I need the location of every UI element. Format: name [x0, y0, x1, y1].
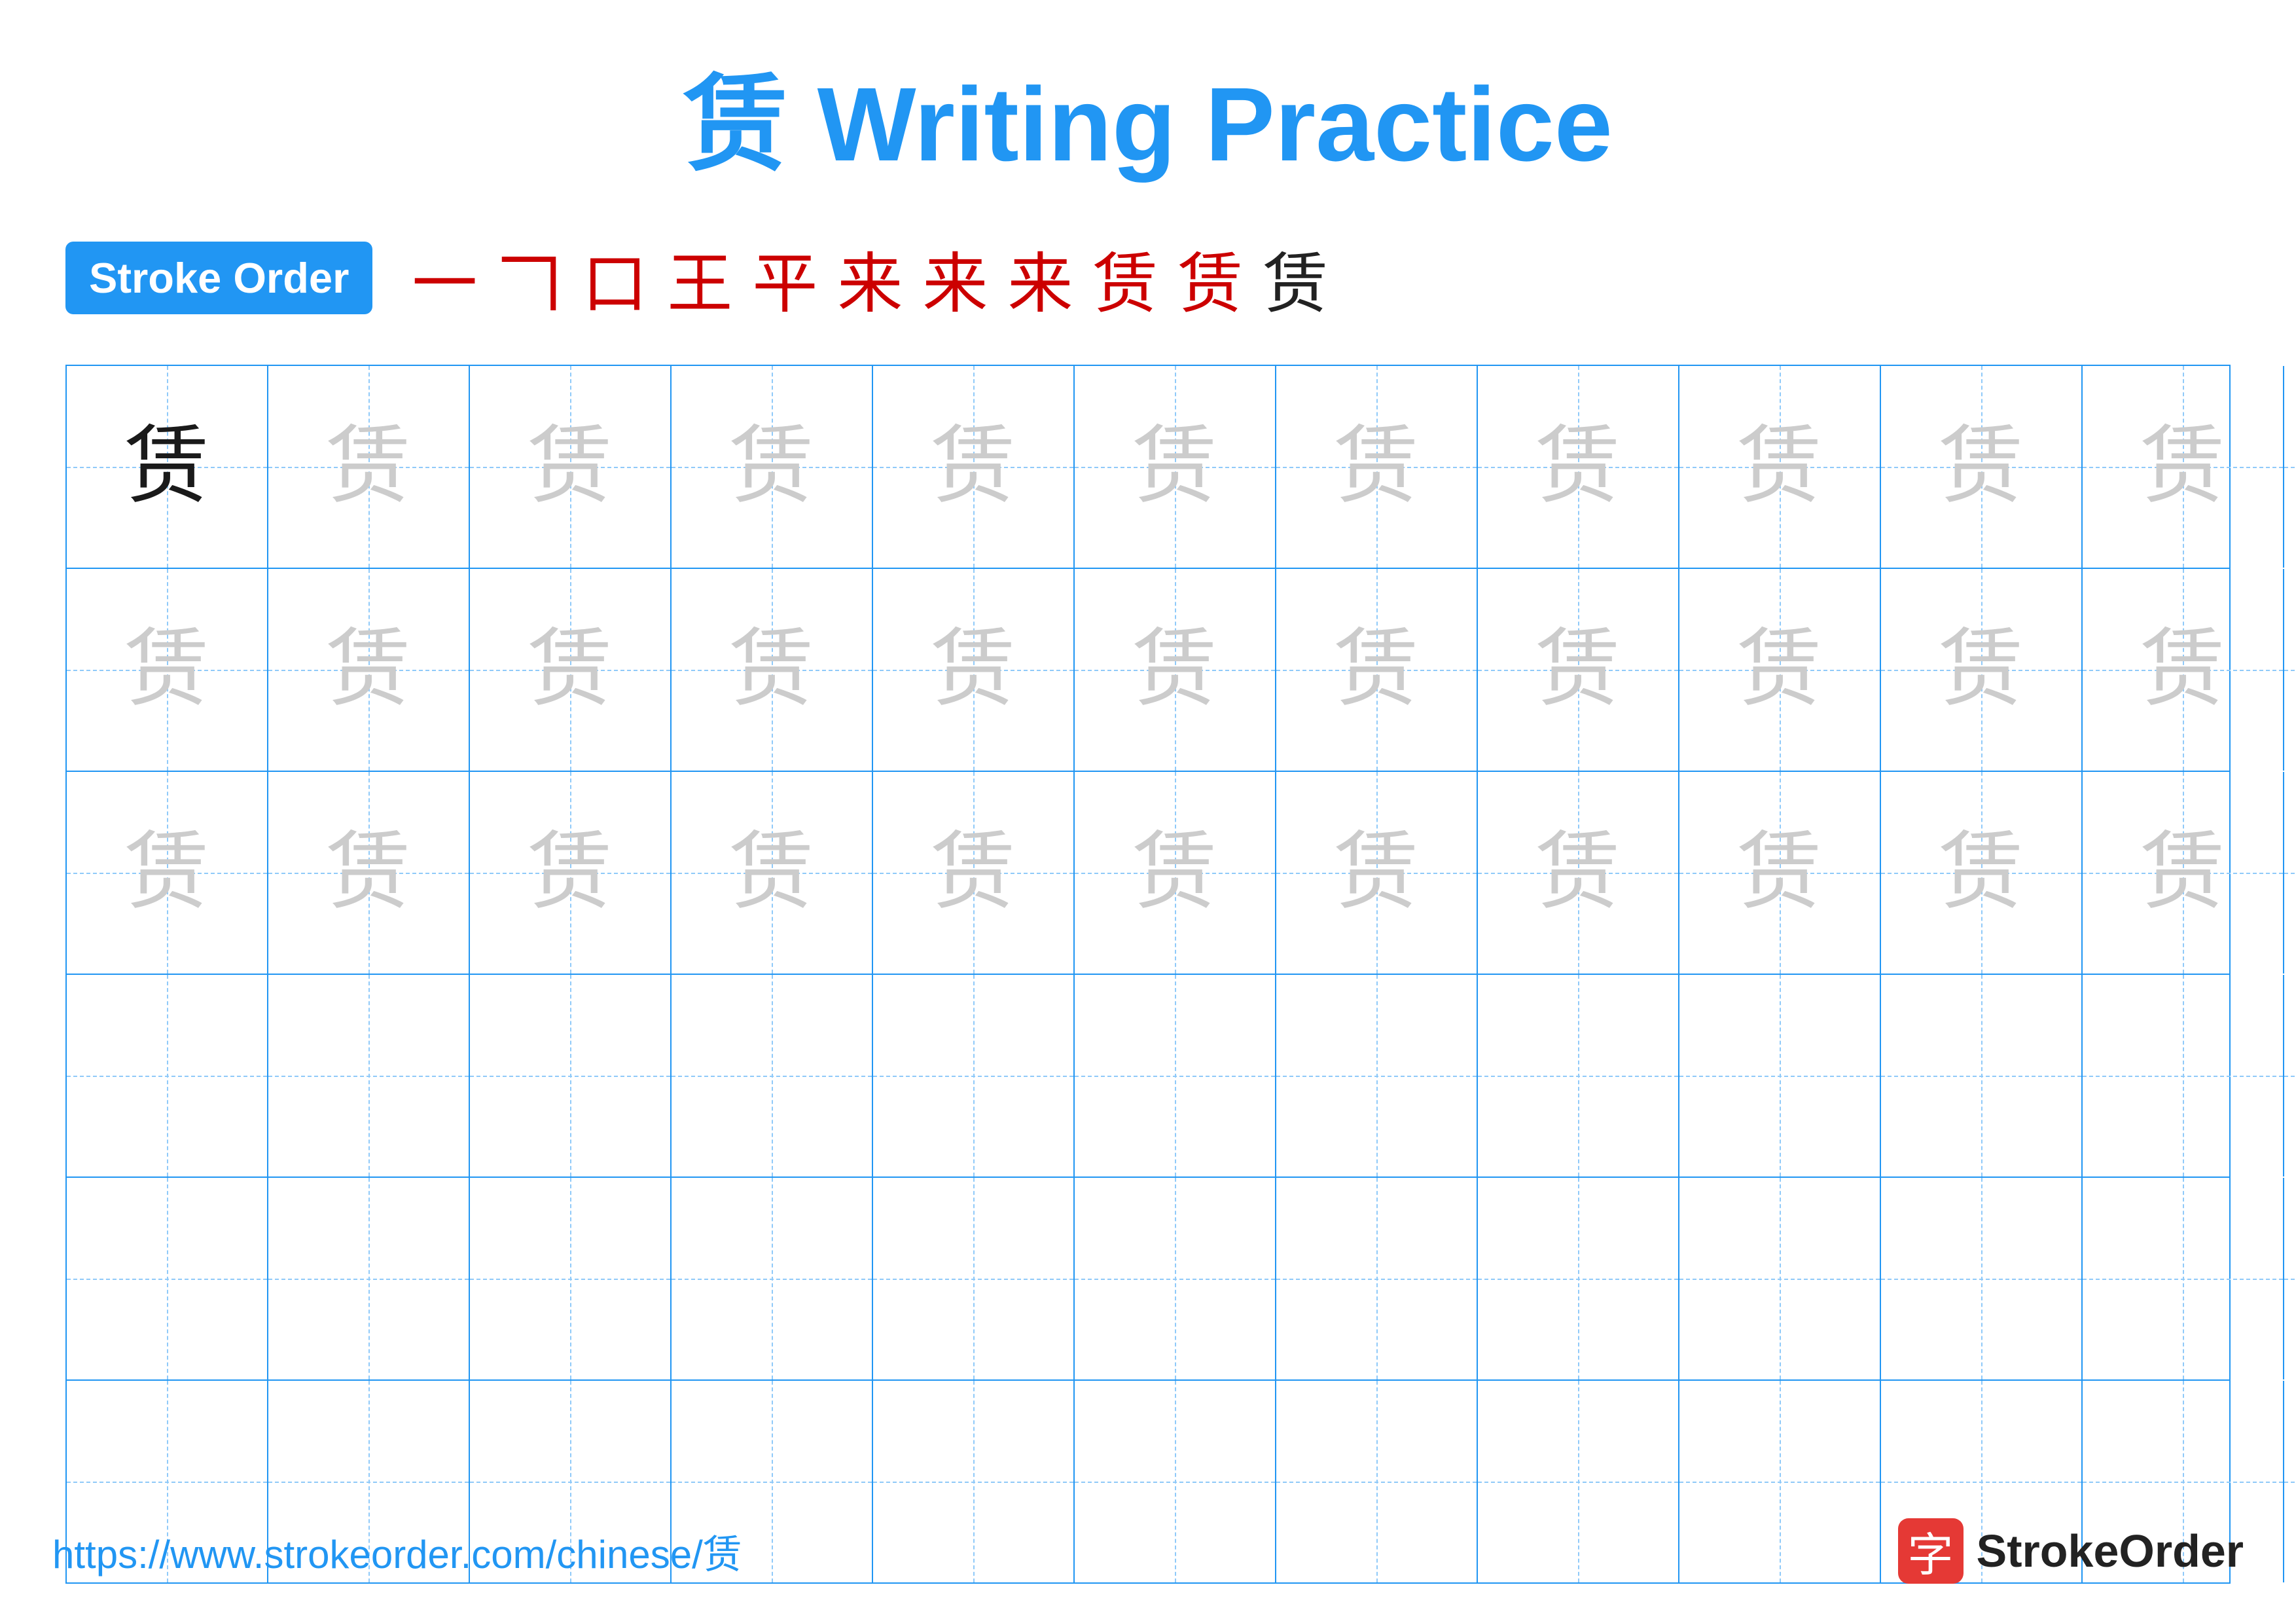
grid-cell-4-11[interactable] — [2083, 975, 2284, 1176]
grid-cell-1-11[interactable]: 赁 — [2083, 366, 2284, 568]
grid-cell-3-4[interactable]: 赁 — [672, 772, 873, 974]
grid-cell-3-3[interactable]: 赁 — [470, 772, 672, 974]
grid-cell-5-8[interactable] — [1478, 1178, 1679, 1379]
grid-cell-2-8[interactable]: 赁 — [1478, 569, 1679, 771]
grid-cell-3-12[interactable]: 赁 — [2284, 772, 2296, 974]
grid-row-3: 赁 赁 赁 赁 赁 赁 赁 赁 赁 赁 赁 赁 赁 — [67, 772, 2229, 975]
stroke-9: 赁 — [1092, 230, 1158, 325]
footer: https://www.strokeorder.com/chinese/赁 字 … — [52, 1518, 2244, 1584]
grid-cell-3-6[interactable]: 赁 — [1075, 772, 1276, 974]
stroke-6: 来 — [837, 230, 903, 325]
grid-cell-4-10[interactable] — [1881, 975, 2083, 1176]
grid-cell-2-11[interactable]: 赁 — [2083, 569, 2284, 771]
grid-cell-5-12[interactable] — [2284, 1178, 2296, 1379]
grid-cell-3-7[interactable]: 赁 — [1276, 772, 1478, 974]
grid-row-2: 赁 赁 赁 赁 赁 赁 赁 赁 赁 赁 赁 赁 赁 — [67, 569, 2229, 772]
stroke-10: 赁 — [1177, 230, 1243, 325]
grid-cell-3-2[interactable]: 赁 — [268, 772, 470, 974]
grid-cell-1-6[interactable]: 赁 — [1075, 366, 1276, 568]
stroke-11: 赁 — [1263, 230, 1328, 325]
grid-cell-1-8[interactable]: 赁 — [1478, 366, 1679, 568]
grid-cell-4-8[interactable] — [1478, 975, 1679, 1176]
grid-cell-3-11[interactable]: 赁 — [2083, 772, 2284, 974]
grid-cell-2-3[interactable]: 赁 — [470, 569, 672, 771]
grid-cell-1-10[interactable]: 赁 — [1881, 366, 2083, 568]
grid-cell-5-4[interactable] — [672, 1178, 873, 1379]
grid-cell-4-12[interactable] — [2284, 975, 2296, 1176]
char-dark: 赁 — [124, 424, 209, 509]
grid-cell-1-3[interactable]: 赁 — [470, 366, 672, 568]
grid-cell-6-12[interactable] — [2284, 1381, 2296, 1582]
logo-icon: 字 — [1898, 1518, 1964, 1584]
grid-cell-5-9[interactable] — [1679, 1178, 1881, 1379]
grid-cell-5-5[interactable] — [873, 1178, 1075, 1379]
stroke-7: 来 — [922, 230, 988, 325]
grid-cell-3-1[interactable]: 赁 — [67, 772, 268, 974]
grid-cell-5-1[interactable] — [67, 1178, 268, 1379]
page-container: 赁 Writing Practice Stroke Order 一 𠃍 口 王 … — [0, 0, 2296, 1623]
grid-cell-2-12[interactable]: 赁 — [2284, 569, 2296, 771]
grid-cell-4-5[interactable] — [873, 975, 1075, 1176]
grid-cell-2-9[interactable]: 赁 — [1679, 569, 1881, 771]
stroke-4: 王 — [667, 230, 732, 325]
grid-cell-1-4[interactable]: 赁 — [672, 366, 873, 568]
grid-cell-5-7[interactable] — [1276, 1178, 1478, 1379]
grid-row-5 — [67, 1178, 2229, 1381]
stroke-5: 平 — [752, 230, 817, 325]
grid-cell-2-4[interactable]: 赁 — [672, 569, 873, 771]
grid-cell-5-6[interactable] — [1075, 1178, 1276, 1379]
page-title: 赁 Writing Practice — [683, 39, 1613, 191]
stroke-1: 一 — [412, 230, 477, 325]
practice-grid: 赁 赁 赁 赁 赁 赁 赁 赁 赁 赁 赁 赁 赁 赁 赁 赁 赁 赁 赁 赁 … — [65, 365, 2231, 1584]
grid-cell-4-4[interactable] — [672, 975, 873, 1176]
grid-cell-1-7[interactable]: 赁 — [1276, 366, 1478, 568]
stroke-sequence: 一 𠃍 口 王 平 来 来 来 赁 赁 赁 — [412, 230, 1328, 325]
stroke-8: 来 — [1007, 230, 1073, 325]
grid-cell-5-10[interactable] — [1881, 1178, 2083, 1379]
grid-cell-5-3[interactable] — [470, 1178, 672, 1379]
grid-cell-3-9[interactable]: 赁 — [1679, 772, 1881, 974]
grid-row-4 — [67, 975, 2229, 1178]
grid-cell-1-1[interactable]: 赁 — [67, 366, 268, 568]
grid-cell-5-2[interactable] — [268, 1178, 470, 1379]
grid-cell-2-1[interactable]: 赁 — [67, 569, 268, 771]
grid-cell-5-11[interactable] — [2083, 1178, 2284, 1379]
stroke-order-badge: Stroke Order — [65, 242, 372, 314]
grid-row-1: 赁 赁 赁 赁 赁 赁 赁 赁 赁 赁 赁 赁 赁 — [67, 366, 2229, 569]
stroke-order-row: Stroke Order 一 𠃍 口 王 平 来 来 来 赁 赁 赁 — [52, 230, 2244, 325]
stroke-2: 𠃍 — [497, 230, 562, 325]
footer-url: https://www.strokeorder.com/chinese/赁 — [52, 1523, 742, 1580]
grid-cell-1-9[interactable]: 赁 — [1679, 366, 1881, 568]
logo-text: StrokeOrder — [1977, 1525, 2244, 1577]
grid-cell-1-5[interactable]: 赁 — [873, 366, 1075, 568]
grid-cell-2-5[interactable]: 赁 — [873, 569, 1075, 771]
grid-cell-3-10[interactable]: 赁 — [1881, 772, 2083, 974]
grid-cell-2-6[interactable]: 赁 — [1075, 569, 1276, 771]
grid-cell-1-12[interactable]: 赁 — [2284, 366, 2296, 568]
grid-cell-2-2[interactable]: 赁 — [268, 569, 470, 771]
grid-cell-4-2[interactable] — [268, 975, 470, 1176]
grid-cell-2-10[interactable]: 赁 — [1881, 569, 2083, 771]
grid-cell-4-7[interactable] — [1276, 975, 1478, 1176]
grid-cell-1-2[interactable]: 赁 — [268, 366, 470, 568]
grid-cell-4-6[interactable] — [1075, 975, 1276, 1176]
grid-cell-4-1[interactable] — [67, 975, 268, 1176]
footer-logo: 字 StrokeOrder — [1898, 1518, 2244, 1584]
grid-cell-3-5[interactable]: 赁 — [873, 772, 1075, 974]
grid-cell-4-3[interactable] — [470, 975, 672, 1176]
stroke-3: 口 — [582, 230, 647, 325]
grid-cell-3-8[interactable]: 赁 — [1478, 772, 1679, 974]
grid-cell-2-7[interactable]: 赁 — [1276, 569, 1478, 771]
grid-cell-4-9[interactable] — [1679, 975, 1881, 1176]
